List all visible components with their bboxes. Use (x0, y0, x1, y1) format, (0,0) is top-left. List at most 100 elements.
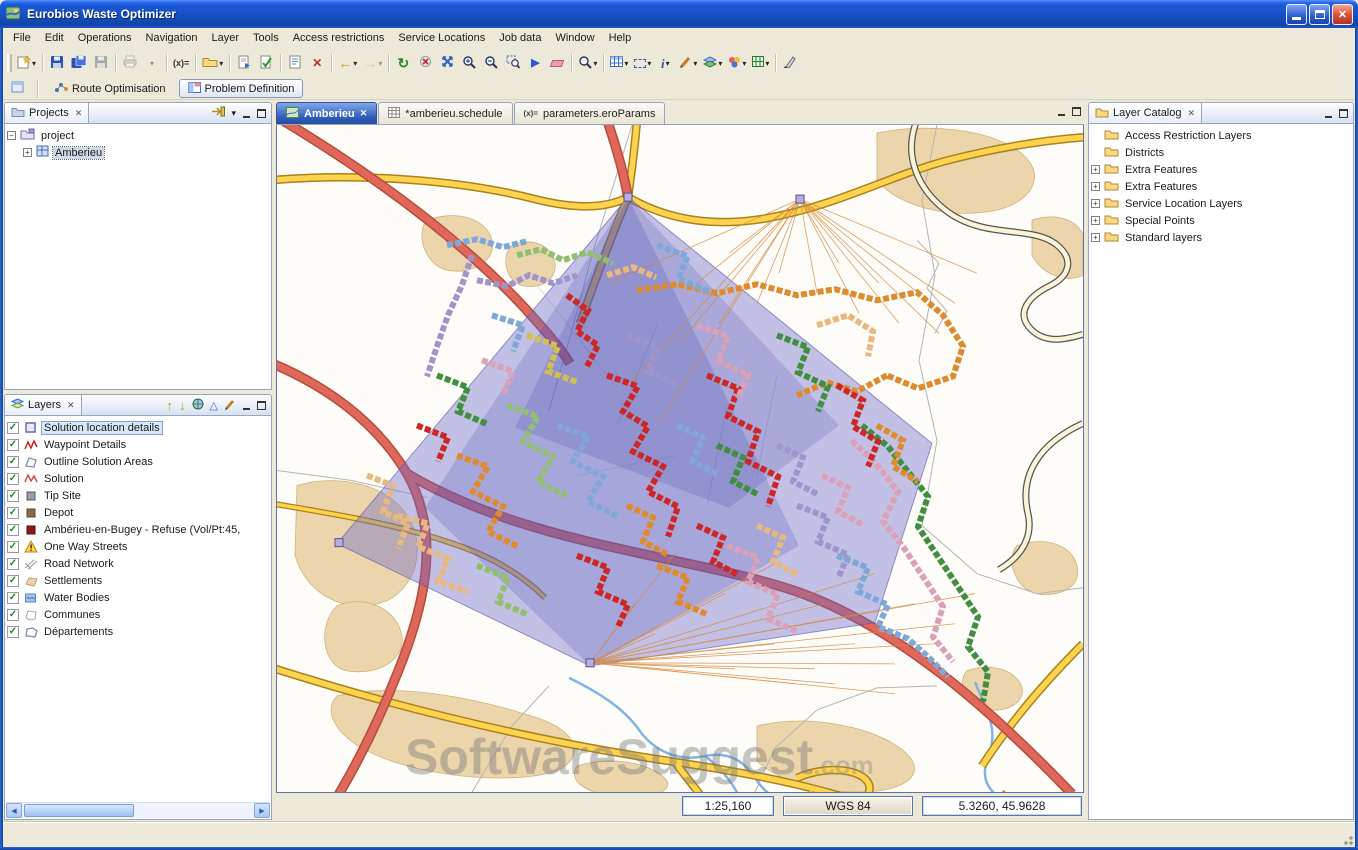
layer-checkbox[interactable]: ✓ (7, 592, 19, 604)
layer-row-refuse[interactable]: ✓ Ambérieu-en-Bugey - Refuse (Vol/Pt:45, (7, 521, 269, 538)
tab-amberieu-schedule[interactable]: *amberieu.schedule (378, 102, 512, 124)
scroll-left-icon[interactable]: ◀ (6, 803, 22, 818)
tab-layer-catalog[interactable]: Layer Catalog ✕ (1089, 103, 1202, 123)
catalog-item-extra-features-1[interactable]: + Extra Features (1091, 161, 1351, 178)
print-button[interactable] (119, 52, 141, 74)
print-options-button[interactable]: ▾ (141, 52, 163, 74)
table-view-button[interactable]: ▾ (607, 52, 631, 74)
grid-tools-button[interactable]: ▾ (749, 52, 772, 74)
menu-layer[interactable]: Layer (205, 30, 247, 46)
layer-checkbox[interactable]: ✓ (7, 439, 19, 451)
view-menu-icon[interactable]: ▾ (231, 108, 236, 119)
minimize-editor-icon[interactable] (1057, 107, 1066, 116)
expand-icon[interactable]: + (1091, 199, 1100, 208)
close-icon[interactable]: ✕ (75, 108, 83, 119)
scroll-right-icon[interactable]: ▶ (254, 803, 270, 818)
export-button[interactable] (233, 52, 255, 74)
projection-button[interactable]: WGS 84 (783, 796, 913, 816)
layer-row-communes[interactable]: ✓ Communes (7, 606, 269, 623)
delete-button[interactable]: ✕ (306, 52, 328, 74)
scrollbar-thumb[interactable] (24, 804, 134, 817)
style-tools-button[interactable]: ▾ (725, 52, 749, 74)
zoom-to-layer-icon[interactable] (192, 398, 204, 413)
layer-row-solution-location-details[interactable]: ✓ Solution location details (7, 419, 269, 436)
menu-edit[interactable]: Edit (38, 30, 71, 46)
layer-row-road-network[interactable]: ✓ Road Network (7, 555, 269, 572)
close-icon[interactable]: ✕ (1188, 108, 1196, 119)
refresh-button[interactable]: ↻ (392, 52, 414, 74)
open-project-button[interactable]: ▾ (199, 52, 226, 74)
close-icon[interactable]: ✕ (360, 108, 368, 119)
back-button[interactable]: ←▾ (335, 52, 360, 74)
link-editor-icon[interactable] (211, 106, 225, 120)
zoom-region-button[interactable] (502, 52, 524, 74)
expand-icon[interactable]: + (1091, 165, 1100, 174)
expand-icon[interactable]: + (1091, 216, 1100, 225)
layers-horizontal-scrollbar[interactable]: ◀ ▶ (6, 802, 270, 818)
layer-checkbox[interactable]: ✓ (7, 456, 19, 468)
menu-window[interactable]: Window (548, 30, 601, 46)
expand-icon[interactable]: + (1091, 182, 1100, 191)
menu-tools[interactable]: Tools (246, 30, 286, 46)
collapse-icon[interactable]: − (7, 131, 16, 140)
menu-access-restrictions[interactable]: Access restrictions (286, 30, 392, 46)
layer-row-one-way-streets[interactable]: ✓ One Way Streets (7, 538, 269, 555)
layer-row-departements[interactable]: ✓ Départements (7, 623, 269, 640)
catalog-item-special-points[interactable]: + Special Points (1091, 212, 1351, 229)
layer-style-icon[interactable]: △ (210, 399, 218, 412)
menu-help[interactable]: Help (602, 30, 639, 46)
tab-amberieu-map[interactable]: Amberieu ✕ (276, 102, 377, 124)
tab-parameters-eroparams[interactable]: (x)= parameters.eroParams (514, 102, 666, 124)
search-button[interactable]: ▾ (575, 52, 600, 74)
parameters-button[interactable]: (x)= (170, 52, 192, 74)
layer-row-waypoint-details[interactable]: ✓ Waypoint Details (7, 436, 269, 453)
catalog-item-extra-features-2[interactable]: + Extra Features (1091, 178, 1351, 195)
layer-row-solution[interactable]: ✓ Solution (7, 470, 269, 487)
layer-checkbox[interactable]: ✓ (7, 490, 19, 502)
open-perspective-button[interactable] (7, 78, 29, 100)
menu-job-data[interactable]: Job data (492, 30, 548, 46)
layer-row-tip-site[interactable]: ✓ Tip Site (7, 487, 269, 504)
edit-layer-icon[interactable] (224, 398, 236, 413)
tab-projects[interactable]: Projects ✕ (5, 103, 89, 123)
catalog-item-service-location-layers[interactable]: + Service Location Layers (1091, 195, 1351, 212)
save-as-button[interactable] (90, 52, 112, 74)
map-canvas[interactable]: SoftwareSuggest.com (276, 125, 1084, 793)
forward-button[interactable]: →▾ (360, 52, 385, 74)
menu-operations[interactable]: Operations (71, 30, 139, 46)
select-region-button[interactable]: ▾ (631, 52, 654, 74)
menu-navigation[interactable]: Navigation (139, 30, 205, 46)
scrollbar-track[interactable] (22, 803, 254, 818)
split-tool-button[interactable] (779, 52, 801, 74)
maximize-view-icon[interactable] (1339, 109, 1348, 118)
menu-file[interactable]: File (6, 30, 38, 46)
layer-row-water-bodies[interactable]: ✓ Water Bodies (7, 589, 269, 606)
minimize-view-icon[interactable] (242, 109, 251, 118)
layer-row-settlements[interactable]: ✓ Settlements (7, 572, 269, 589)
maximize-editor-icon[interactable] (1072, 107, 1081, 116)
resize-grip[interactable] (1341, 833, 1353, 845)
layer-checkbox[interactable]: ✓ (7, 507, 19, 519)
map-scale-field[interactable]: 1:25,160 (682, 796, 774, 816)
validate-button[interactable] (255, 52, 277, 74)
report-button[interactable] (284, 52, 306, 74)
layer-checkbox[interactable]: ✓ (7, 524, 19, 536)
move-layer-up-icon[interactable]: ↑ (167, 398, 174, 413)
run-button[interactable]: ▶ (524, 52, 546, 74)
toolbar-grip[interactable] (7, 54, 12, 72)
maximize-button[interactable] (1309, 4, 1330, 25)
cancel-operation-button[interactable] (414, 52, 436, 74)
expand-icon[interactable]: + (1091, 233, 1100, 242)
layer-tools-button[interactable]: ▾ (700, 52, 725, 74)
catalog-item-standard-layers[interactable]: + Standard layers (1091, 229, 1351, 246)
expand-icon[interactable]: + (23, 148, 32, 157)
measure-button[interactable]: ▾ (676, 52, 700, 74)
minimize-view-icon[interactable] (242, 401, 251, 410)
layer-row-depot[interactable]: ✓ Depot (7, 504, 269, 521)
move-layer-down-icon[interactable]: ↓ (179, 398, 186, 413)
eraser-button[interactable] (546, 52, 568, 74)
catalog-item-districts[interactable]: Districts (1091, 144, 1351, 161)
layer-checkbox[interactable]: ✓ (7, 473, 19, 485)
coordinates-field[interactable]: 5.3260, 45.9628 (922, 796, 1082, 816)
minimize-view-icon[interactable] (1324, 109, 1333, 118)
